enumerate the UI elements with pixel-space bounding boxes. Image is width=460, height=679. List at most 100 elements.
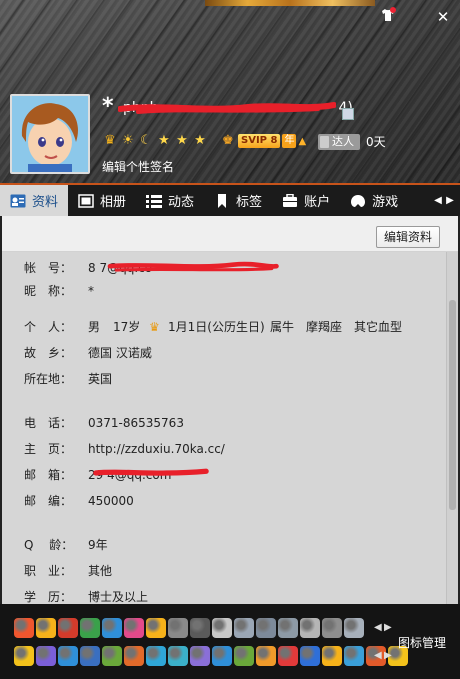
personal-label: 个 人：	[24, 320, 73, 334]
signature-edit[interactable]: 编辑个性签名	[102, 158, 174, 175]
service-app-icon[interactable]	[168, 618, 188, 638]
email-label: 邮 箱：	[24, 468, 73, 482]
blood-type-value: 其它血型	[354, 320, 403, 334]
service-app-icon[interactable]	[14, 646, 34, 666]
arrow-up-icon: ▲	[298, 135, 307, 147]
education-value: 博士及以上	[88, 590, 149, 604]
service-app-icon[interactable]	[190, 646, 210, 666]
service-app-icon[interactable]	[212, 646, 232, 666]
scrollbar-thumb[interactable]	[449, 300, 456, 510]
qq-level-icons[interactable]: ♛ ☀ ☾ ★ ★ ★	[102, 133, 208, 149]
service-app-icon[interactable]	[256, 618, 276, 638]
service-app-icon[interactable]	[36, 618, 56, 638]
icons-next-icon[interactable]: ▶	[384, 650, 392, 661]
photo-album-icon	[78, 193, 94, 208]
profile-info-list: 帐 号： 8 7@qq.co 昵 称： * 个 人： 男 17岁 ♛ 1月1日(…	[2, 252, 446, 604]
service-icon-row	[14, 646, 408, 666]
service-app-icon[interactable]	[168, 646, 188, 666]
skin-button[interactable]	[378, 7, 398, 26]
service-app-icon[interactable]	[124, 646, 144, 666]
service-app-icon[interactable]	[36, 646, 56, 666]
tab-album[interactable]: 相册	[68, 185, 136, 216]
icons-next-icon[interactable]: ▶	[384, 622, 392, 633]
service-app-icon[interactable]	[190, 618, 210, 638]
service-app-icon[interactable]	[102, 618, 122, 638]
sun-icon: ☀	[122, 133, 134, 148]
service-app-icon[interactable]	[344, 646, 364, 666]
nickname-label: 昵 称：	[24, 284, 73, 298]
qq-badge-icon[interactable]	[342, 108, 354, 120]
moon-icon: ☾	[140, 133, 152, 148]
edit-profile-button[interactable]: 编辑资料	[376, 226, 440, 248]
icons-prev-icon[interactable]: ◀	[374, 622, 382, 633]
wallet-icon	[283, 193, 298, 207]
service-icon-bar: ◀ ▶ ◀ ▶ 图标管理	[0, 604, 460, 679]
header-decoration	[205, 0, 375, 6]
star-icon: ★	[176, 133, 188, 148]
constellation-value: 摩羯座	[306, 320, 343, 334]
service-app-icon[interactable]	[278, 618, 298, 638]
service-app-icon[interactable]	[58, 646, 78, 666]
info-row-personal: 个 人： 男 17岁 ♛ 1月1日(公历生日) 属牛 摩羯座 其它血型	[2, 317, 442, 337]
vertical-scrollbar[interactable]	[446, 252, 458, 604]
service-app-icon[interactable]	[300, 618, 320, 638]
close-icon: ✕	[436, 8, 450, 26]
profile-card-icon	[10, 194, 26, 207]
tab-scroll-right-icon[interactable]: ▶	[444, 185, 456, 216]
vip-year-badge: 年	[282, 134, 297, 148]
tab-games[interactable]: 游戏	[340, 185, 408, 216]
feed-list-icon	[146, 194, 163, 208]
vip-crown-icon: ♚	[222, 133, 234, 148]
homepage-label: 主 页：	[24, 442, 73, 456]
service-app-icon[interactable]	[124, 618, 144, 638]
avatar-image	[12, 96, 88, 172]
service-app-icon[interactable]	[234, 646, 254, 666]
age-value: 17岁	[113, 320, 141, 334]
redaction-mark	[118, 102, 336, 114]
tab-profile[interactable]: 资料	[0, 185, 69, 216]
location-value: 英国	[88, 372, 113, 386]
homepage-link[interactable]: http://zzduxiu.70ka.cc/	[88, 439, 225, 459]
phone-label: 电 话：	[24, 416, 73, 430]
tab-feed[interactable]: 动态	[136, 185, 204, 216]
zodiac-value: 属牛	[270, 320, 295, 334]
service-app-icon[interactable]	[212, 618, 232, 638]
close-button[interactable]: ✕	[433, 8, 453, 26]
star-icon: ★	[158, 133, 170, 148]
nickname-prefix: *	[102, 94, 114, 119]
service-app-icon[interactable]	[80, 646, 100, 666]
birthday-value: 1月1日(公历生日)	[168, 320, 265, 334]
tab-bar: 资料 相册 动态 标签 账户 游戏 ◀ ▶	[0, 183, 460, 216]
education-label: 学 历：	[24, 590, 73, 604]
service-app-icon[interactable]	[278, 646, 298, 666]
service-app-icon[interactable]	[14, 618, 34, 638]
tab-account[interactable]: 账户	[272, 185, 340, 216]
hometown-value: 德国 汉诺威	[88, 346, 152, 360]
crown-icon: ♛	[104, 133, 116, 148]
tab-tags[interactable]: 标签	[204, 185, 272, 216]
service-app-icon[interactable]	[80, 618, 100, 638]
svip-badge[interactable]: ♚ SVIP 8 年 ▲	[222, 133, 306, 149]
daren-label: 达人	[318, 133, 360, 150]
profile-main-panel: 编辑资料 帐 号： 8 7@qq.co 昵 称： * 个 人： 男 17岁 ♛ …	[2, 216, 458, 604]
service-app-icon[interactable]	[300, 646, 320, 666]
service-app-icon[interactable]	[146, 646, 166, 666]
nickname-value: *	[88, 284, 94, 298]
daren-badge[interactable]: 达人 0天	[318, 133, 386, 150]
service-app-icon[interactable]	[344, 618, 364, 638]
service-app-icon[interactable]	[146, 618, 166, 638]
svip-label: SVIP 8	[238, 134, 281, 148]
service-app-icon[interactable]	[234, 618, 254, 638]
service-app-icon[interactable]	[256, 646, 276, 666]
service-app-icon[interactable]	[102, 646, 122, 666]
service-app-icon[interactable]	[322, 618, 342, 638]
service-app-icon[interactable]	[58, 618, 78, 638]
tab-label: 账户	[304, 195, 331, 210]
job-value: 其他	[88, 564, 113, 578]
icon-manage-button[interactable]: 图标管理	[398, 634, 446, 651]
avatar[interactable]	[10, 94, 90, 174]
tab-scroll-left-icon[interactable]: ◀	[432, 185, 444, 216]
qage-value: 9年	[88, 538, 108, 552]
service-app-icon[interactable]	[322, 646, 342, 666]
icons-prev-icon[interactable]: ◀	[374, 650, 382, 661]
